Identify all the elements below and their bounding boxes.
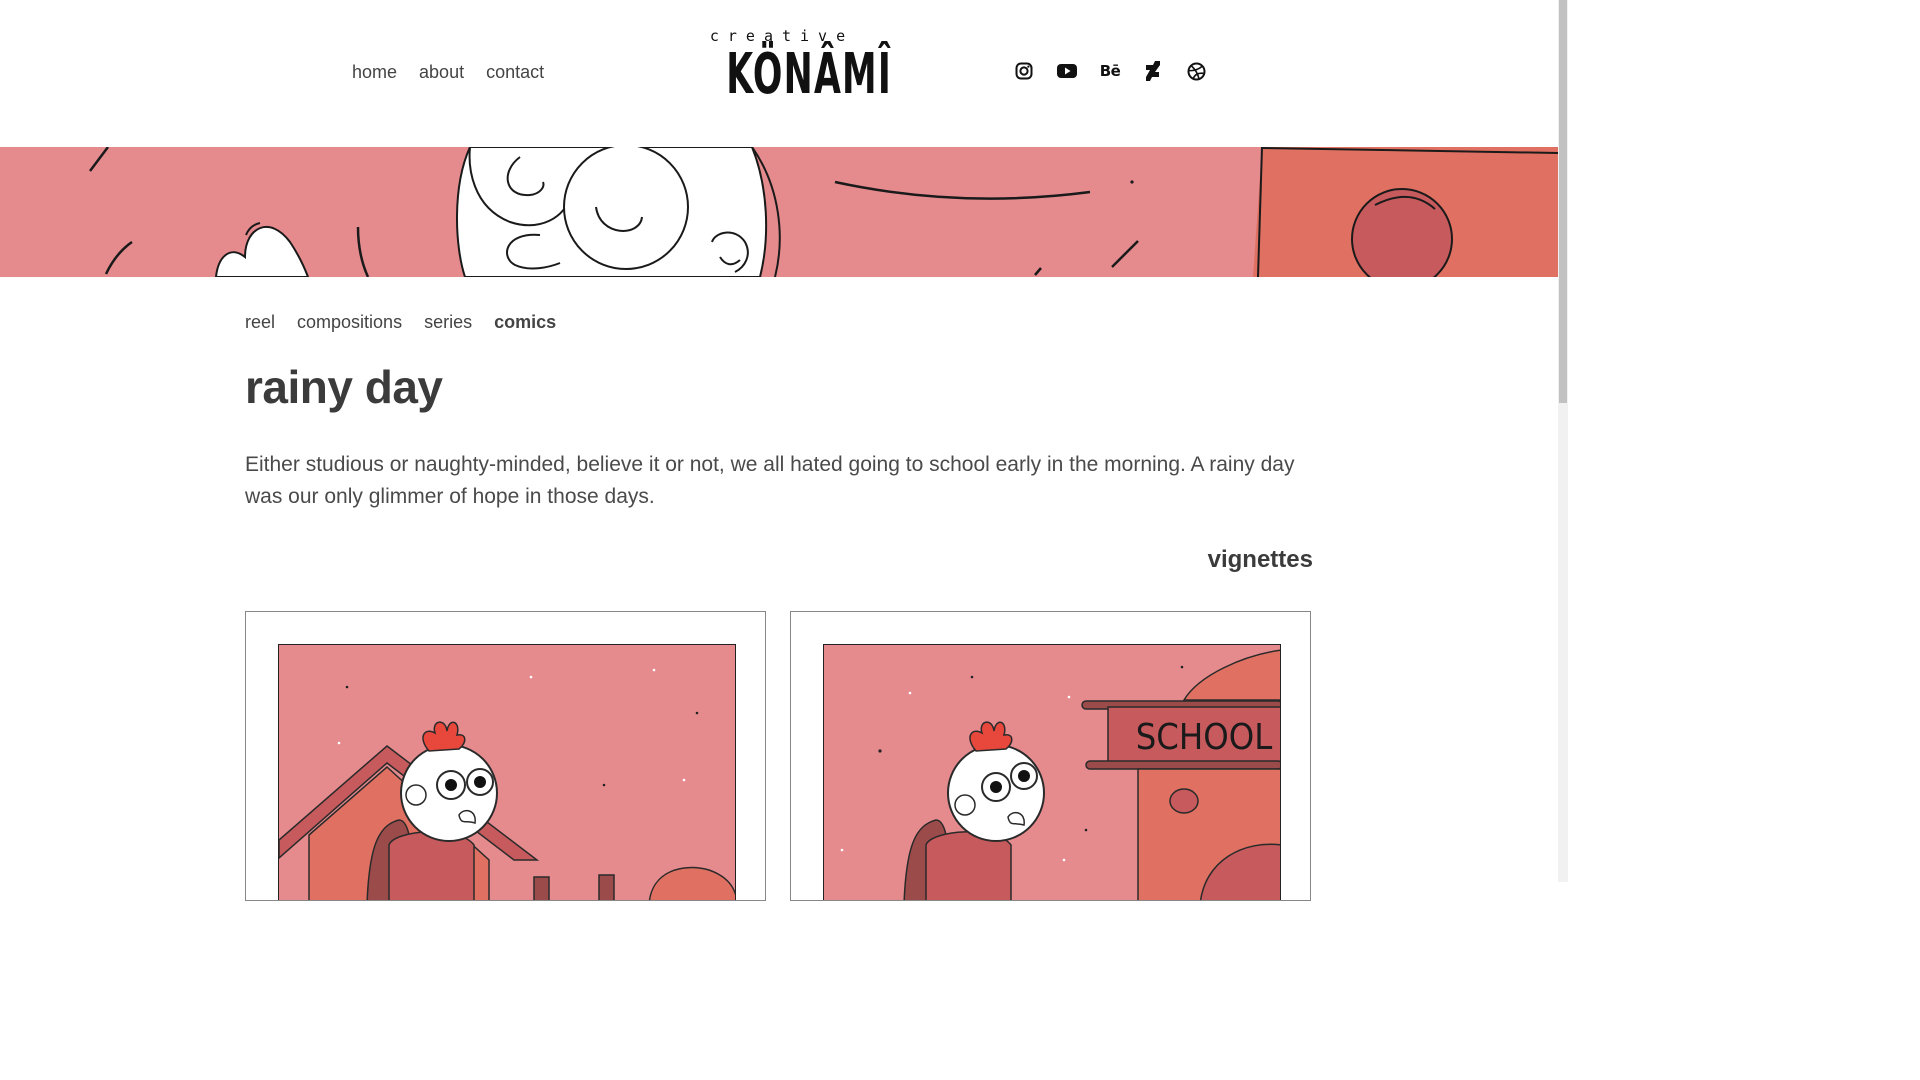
comic-panel [278, 644, 736, 900]
behance-label: Bē [1099, 62, 1121, 80]
comic-card[interactable]: SCHOOL [790, 611, 1311, 901]
comic-illustration: SCHOOL [824, 645, 1280, 900]
nav-about-link[interactable]: about [419, 62, 464, 83]
youtube-icon[interactable] [1056, 60, 1078, 82]
nav-contact-link[interactable]: contact [486, 62, 544, 83]
page-description: Either studious or naughty-minded, belie… [245, 453, 1295, 508]
nav-home-link[interactable]: home [352, 62, 397, 83]
scrollbar-thumb[interactable] [1559, 0, 1567, 403]
subnav-compositions-link[interactable]: compositions [297, 312, 402, 333]
banner-illustration [0, 147, 1558, 277]
subnav-series-link[interactable]: series [424, 312, 472, 333]
site-header: home about contact creative KÖNÂMÎ Bē [0, 0, 1558, 147]
comic-card[interactable] [245, 611, 766, 901]
page-title: rainy day [245, 361, 443, 413]
subnav-comics-link[interactable]: comics [494, 312, 556, 333]
instagram-icon[interactable] [1013, 60, 1035, 82]
main-nav: home about contact [352, 62, 544, 83]
logo-wordmark: KÖNÂMÎ [726, 42, 893, 107]
comic-illustration [279, 645, 735, 900]
portfolio-subnav: reel compositions series comics [245, 312, 556, 333]
dribbble-icon[interactable] [1185, 60, 1207, 82]
school-sign-text: SCHOOL [1136, 717, 1273, 758]
site-logo[interactable]: creative KÖNÂMÎ [694, 28, 893, 120]
deviantart-icon[interactable] [1142, 60, 1164, 82]
subnav-reel-link[interactable]: reel [245, 312, 275, 333]
comic-panel: SCHOOL [823, 644, 1281, 900]
section-title: vignettes [1207, 546, 1313, 573]
behance-icon[interactable]: Bē [1099, 60, 1121, 82]
social-links: Bē [1013, 60, 1207, 82]
hero-banner [0, 147, 1558, 277]
